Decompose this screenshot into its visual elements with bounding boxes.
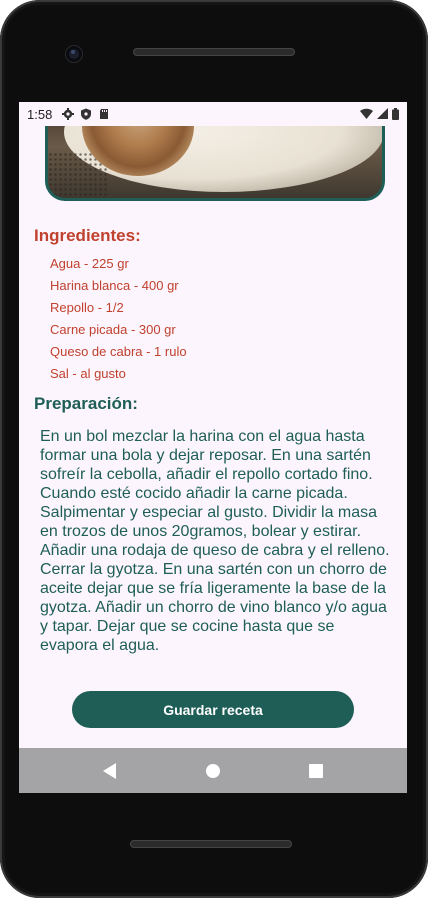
earpiece-speaker (133, 48, 295, 56)
ingredient-item: Repollo - 1/2 (50, 300, 124, 315)
gear-icon (62, 108, 75, 120)
ingredient-item: Harina blanca - 400 gr (50, 278, 179, 293)
battery-icon (392, 108, 399, 120)
ingredient-item: Sal - al gusto (50, 366, 126, 381)
ingredients-title: Ingredientes: (34, 226, 141, 245)
back-button[interactable] (100, 761, 120, 781)
front-camera (66, 46, 82, 62)
status-time: 1:58 (27, 106, 53, 122)
preparation-text: En un bol mezclar la harina con el agua … (40, 428, 390, 654)
back-icon (103, 762, 117, 779)
recents-icon (308, 763, 323, 778)
phone-frame: 1:58 Ingredientes: Agua - 225 gr Harina … (0, 0, 428, 898)
bottom-speaker (130, 840, 292, 848)
status-right-icons (360, 108, 399, 120)
save-recipe-button[interactable]: Guardar receta (72, 691, 354, 728)
ingredients-list: Agua - 225 gr Harina blanca - 400 gr Rep… (50, 253, 187, 385)
navigation-bar (19, 748, 407, 793)
recents-button[interactable] (306, 761, 326, 781)
sd-card-icon (100, 109, 109, 119)
wifi-icon (360, 108, 373, 119)
signal-icon (377, 108, 388, 119)
ingredient-item: Carne picada - 300 gr (50, 322, 176, 337)
preparation-title: Preparación: (34, 394, 138, 413)
screen: 1:58 Ingredientes: Agua - 225 gr Harina … (19, 102, 407, 793)
home-icon (205, 763, 220, 778)
ingredient-item: Queso de cabra - 1 rulo (50, 344, 187, 359)
ingredient-item: Agua - 225 gr (50, 256, 129, 271)
status-bar: 1:58 (19, 102, 407, 126)
shield-icon (81, 108, 92, 120)
home-button[interactable] (203, 761, 223, 781)
